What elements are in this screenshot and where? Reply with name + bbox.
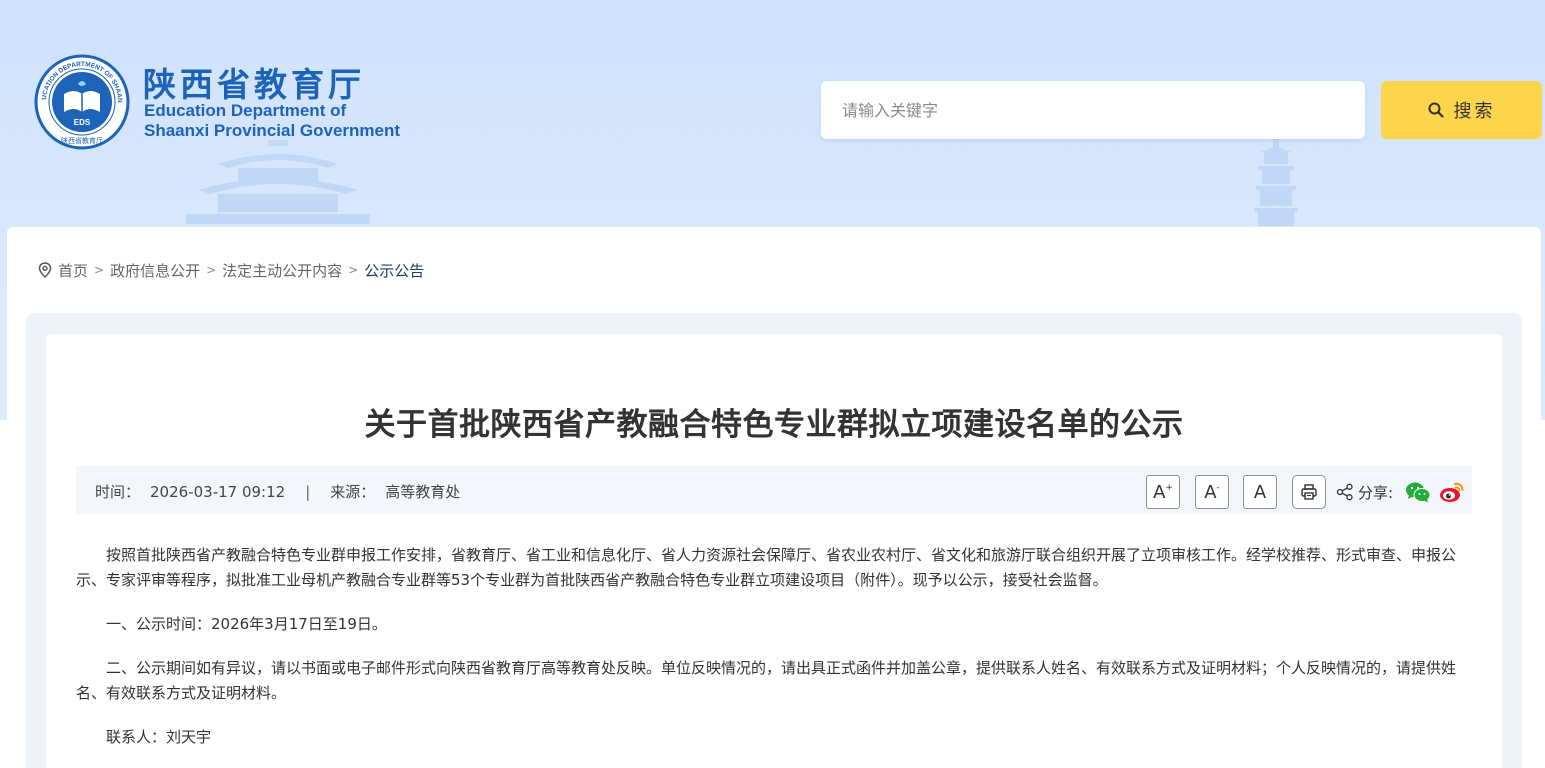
article-paragraph: 二、公示期间如有异议，请以书面或电子邮件形式向陕西省教育厅高等教育处反映。单位反… (76, 659, 1457, 702)
breadcrumb-announcements[interactable]: 公示公告 (364, 260, 424, 281)
emblem-bottom-text: 陕西省教育厅 (61, 136, 103, 145)
site-name-cn: 陕西省教育厅 (143, 65, 365, 104)
font-size-decrease-button[interactable]: A- (1195, 475, 1229, 509)
article-paragraph: 联系人：刘天宇 (106, 728, 212, 746)
department-emblem-logo[interactable]: EDS EDUCATION DEPARTMENT OF SHAANXI 陕西省教… (34, 54, 130, 150)
emblem-badge-text: EDS (74, 118, 91, 127)
time-label: 时间： (95, 483, 141, 501)
search-button[interactable]: 搜索 (1381, 81, 1542, 139)
breadcrumb: 首页 > 政府信息公开 > 法定主动公开内容 > 公示公告 (38, 260, 424, 280)
site-name-en: Education Department of Shaanxi Provinci… (144, 101, 444, 141)
font-size-default-label: A (1253, 481, 1267, 503)
search-box (821, 80, 1365, 140)
share-icon (1336, 483, 1353, 501)
site-name-en-line1: Education Department of (144, 101, 347, 120)
breadcrumb-home[interactable]: 首页 (58, 260, 88, 281)
breadcrumb-separator: > (206, 263, 217, 277)
publish-time: 2026-03-17 09:12 (150, 482, 286, 501)
share-area: 分享: (1336, 480, 1465, 504)
font-size-increase-button[interactable]: A + (1146, 475, 1180, 509)
search-icon (1428, 102, 1444, 118)
pavilion-decoration-icon (186, 140, 370, 224)
breadcrumb-separator: > (348, 263, 359, 277)
search-input[interactable] (840, 80, 1365, 140)
breadcrumb-separator: > (94, 263, 105, 277)
pagoda-decoration-icon (1254, 138, 1298, 226)
print-button[interactable] (1292, 475, 1326, 509)
font-size-increase-sup: + (1165, 483, 1173, 493)
article-paragraph: 一、公示时间：2026年3月17日至19日。 (106, 615, 387, 633)
breadcrumb-gov-info[interactable]: 政府信息公开 (110, 260, 200, 281)
meta-divider: | (305, 482, 311, 501)
source-label: 来源： (330, 483, 376, 501)
wechat-icon[interactable] (1405, 481, 1431, 503)
share-label: 分享: (1358, 483, 1394, 502)
search-button-label: 搜索 (1453, 101, 1496, 122)
breadcrumb-statutory-content[interactable]: 法定主动公开内容 (222, 260, 342, 281)
location-pin-icon (38, 262, 52, 278)
site-header: EDS EDUCATION DEPARTMENT OF SHAANXI 陕西省教… (0, 0, 1545, 226)
article-meta: 时间： 2026-03-17 09:12 | 来源： 高等教育处 (95, 481, 460, 502)
font-size-increase-label: A (1153, 481, 1166, 503)
font-size-default-button[interactable]: A (1243, 475, 1277, 509)
source-value: 高等教育处 (385, 483, 461, 501)
weibo-icon[interactable] (1439, 481, 1465, 503)
article-title: 关于首批陕西省产教融合特色专业群拟立项建设名单的公示 (364, 406, 1184, 443)
print-icon (1301, 484, 1317, 500)
article-body: 按照首批陕西省产教融合特色专业群申报工作安排，省教育厅、省工业和信息化厅、省人力… (76, 543, 1472, 768)
font-size-decrease-sup: - (1216, 483, 1220, 493)
article-paragraph: 按照首批陕西省产教融合特色专业群申报工作安排，省教育厅、省工业和信息化厅、省人力… (76, 546, 1457, 589)
font-size-decrease-label: A (1204, 481, 1217, 503)
